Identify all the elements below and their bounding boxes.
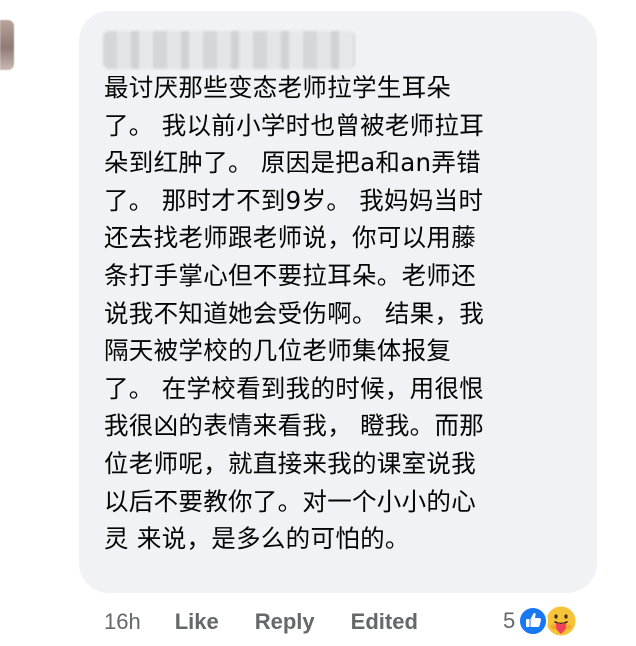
comment-bubble: 最讨厌那些变态老师拉学生耳朵 了。 我以前小学时也曾被老师拉耳 朵到红肿了。 原… [79, 11, 597, 593]
avatar[interactable] [0, 20, 14, 70]
like-icon [518, 606, 549, 636]
comment-text: 最讨厌那些变态老师拉学生耳朵 了。 我以前小学时也曾被老师拉耳 朵到红肿了。 原… [104, 73, 485, 554]
edited-label[interactable]: Edited [351, 609, 418, 635]
like-button[interactable]: Like [175, 609, 219, 635]
care-icon [544, 604, 578, 638]
reply-button[interactable]: Reply [255, 609, 315, 635]
author-name-blurred[interactable] [103, 31, 355, 69]
comment-actions: 16h Like Reply Edited [104, 604, 418, 640]
reaction-count: 5 [503, 608, 516, 633]
timestamp[interactable]: 16h [104, 609, 141, 635]
reactions-summary[interactable]: 5 [503, 602, 578, 640]
